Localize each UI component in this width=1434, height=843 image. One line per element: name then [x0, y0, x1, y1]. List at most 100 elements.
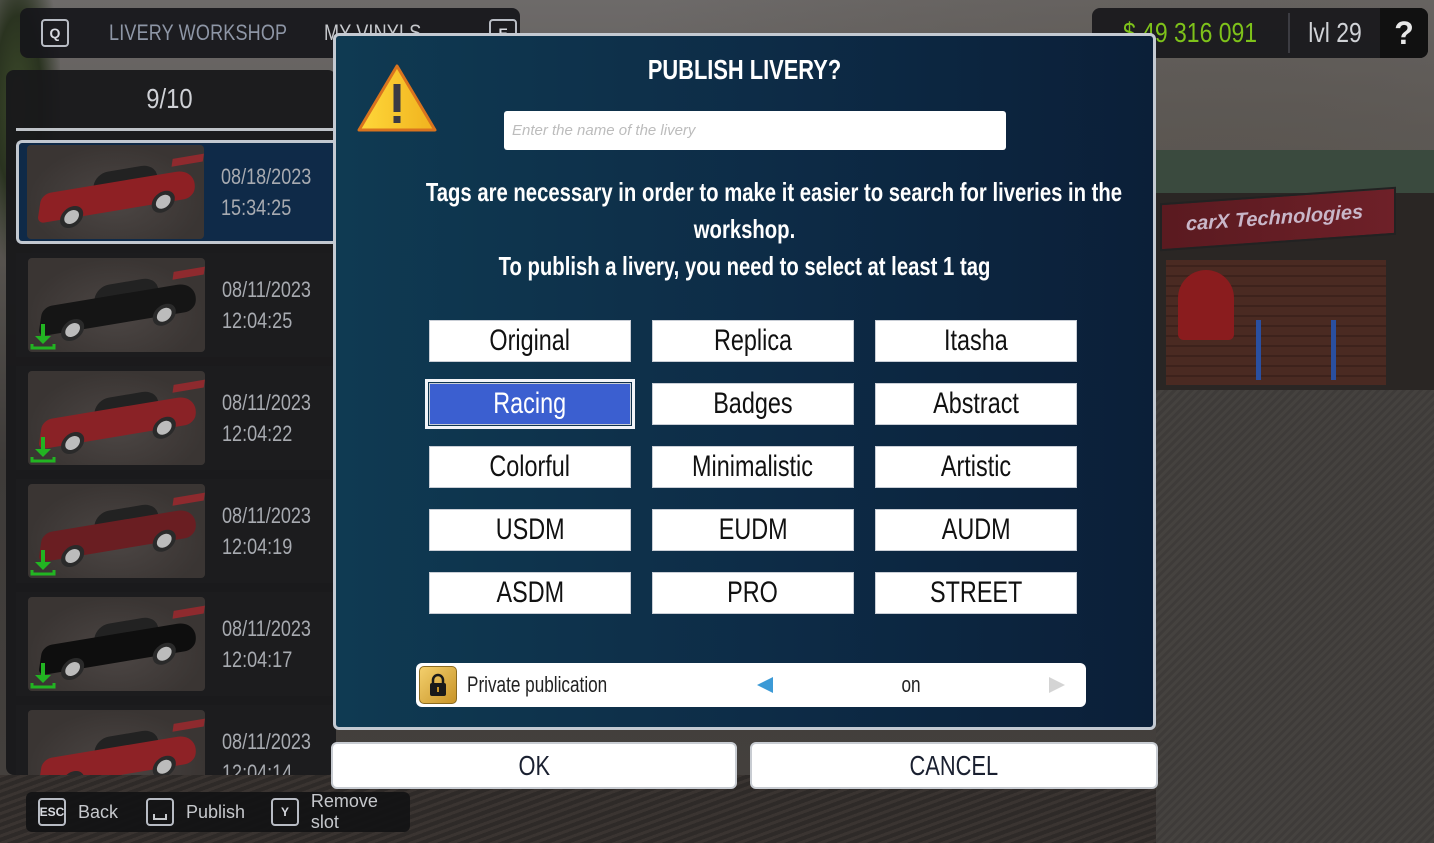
livery-slot[interactable]: 08/18/2023 15:34:25 [16, 140, 336, 244]
slot-datetime: 08/18/2023 15:34:25 [221, 161, 311, 223]
esc-key-icon: ESC [38, 798, 66, 826]
tag-abstract[interactable]: Abstract [875, 383, 1077, 425]
livery-slot[interactable]: 08/11/2023 12:04:17 [16, 592, 336, 696]
tab-livery-workshop[interactable]: LIVERY WORKSHOP [109, 20, 287, 46]
livery-slots-panel: 9/10 08/18/2023 15:34:25 08/11/2023 12:04:2… [6, 70, 336, 775]
tag-colorful[interactable]: Colorful [429, 446, 631, 488]
background-road [1156, 390, 1434, 843]
livery-thumbnail [28, 597, 205, 691]
tag-label: PRO [727, 576, 779, 609]
tag-racing[interactable]: Racing [425, 379, 635, 429]
slot-datetime: 08/11/2023 12:04:22 [222, 387, 311, 449]
arrow-left-icon[interactable] [757, 677, 773, 693]
tag-label: Colorful [489, 450, 571, 483]
tag-grid: Original Replica Itasha Racing Badges Abstrac… [425, 320, 1077, 614]
tag-original[interactable]: Original [429, 320, 631, 362]
y-key-icon: Y [271, 798, 299, 826]
livery-slot[interactable]: 08/11/2023 12:04:19 [16, 479, 336, 583]
ok-label: OK [518, 749, 550, 781]
stats-divider [1288, 13, 1290, 53]
livery-thumbnail [27, 145, 204, 239]
slot-time: 15:34:25 [221, 195, 292, 220]
slot-time: 12:04:22 [222, 421, 293, 446]
garage-hood-part [1178, 270, 1234, 340]
slot-date: 08/11/2023 [222, 729, 311, 754]
tag-minimalistic[interactable]: Minimalistic [652, 446, 854, 488]
tag-label: Racing [493, 387, 567, 420]
download-icon [30, 663, 56, 689]
tag-label: Original [489, 324, 571, 357]
slot-time: 12:04:17 [222, 647, 293, 672]
tag-label: Minimalistic [692, 450, 814, 483]
garage-sign: carX Technologies [1160, 186, 1396, 252]
private-publication-selector: Private publication on [416, 663, 1086, 707]
slots-count: 9/10 [146, 83, 193, 114]
private-publication-label: Private publication [467, 672, 608, 697]
tag-badges[interactable]: Badges [652, 383, 854, 425]
tag-label: Badges [713, 387, 793, 420]
description-line: workshop. [693, 214, 796, 244]
key-hints-bar: ESC Back Publish Y Remove slot [26, 791, 410, 833]
ok-button[interactable]: OK [331, 742, 737, 789]
tag-asdm[interactable]: ASDM [429, 572, 631, 614]
livery-thumbnail [28, 484, 205, 578]
slot-datetime: 08/11/2023 12:04:19 [222, 500, 311, 562]
publish-label: Publish [186, 801, 246, 822]
livery-slot[interactable]: 08/11/2023 12:04:22 [16, 366, 336, 470]
car-image [37, 492, 205, 569]
dialog-title: PUBLISH LIVERY? [647, 54, 842, 85]
garage-rack [1256, 320, 1336, 380]
livery-name-input[interactable] [504, 111, 1006, 150]
livery-slot[interactable]: 08/11/2023 12:04:25 [16, 253, 336, 357]
cancel-button[interactable]: CANCEL [750, 742, 1158, 789]
prev-tab-key[interactable]: Q [41, 19, 69, 47]
slot-date: 08/11/2023 [222, 503, 311, 528]
tag-pro[interactable]: PRO [652, 572, 854, 614]
tag-artistic[interactable]: Artistic [875, 446, 1077, 488]
tag-itasha[interactable]: Itasha [875, 320, 1077, 362]
slots-divider [16, 128, 336, 131]
background-garage: carX Technologies [1156, 150, 1434, 390]
back-hint[interactable]: ESC Back [38, 798, 118, 826]
tag-label: STREET [929, 576, 1023, 609]
tag-street[interactable]: STREET [875, 572, 1077, 614]
tag-label: Itasha [944, 324, 1008, 357]
publish-livery-dialog: PUBLISH LIVERY? Tags are necessary in or… [333, 33, 1156, 730]
back-label: Back [78, 801, 119, 822]
slot-time: 12:04:19 [222, 534, 293, 559]
arrow-right-icon[interactable] [1049, 677, 1065, 693]
livery-thumbnail [28, 258, 205, 352]
tag-label: USDM [495, 513, 565, 546]
tag-eudm[interactable]: EUDM [652, 509, 854, 551]
slot-time: 12:04:14 [222, 760, 293, 775]
help-button[interactable]: ? [1380, 8, 1428, 58]
slot-date: 08/11/2023 [222, 390, 311, 415]
car-image [37, 718, 205, 775]
car-image [37, 266, 205, 343]
livery-thumbnail [28, 710, 205, 775]
space-key-icon [146, 798, 175, 826]
tag-audm[interactable]: AUDM [875, 509, 1077, 551]
slot-time: 12:04:25 [222, 308, 293, 333]
slot-date: 08/11/2023 [222, 277, 311, 302]
tag-label: Artistic [940, 450, 1012, 483]
tag-label: Abstract [933, 387, 1019, 420]
publish-hint[interactable]: Publish [146, 798, 245, 826]
lock-icon [419, 666, 457, 704]
dialog-description: Tags are necessary in order to make it e… [426, 174, 1122, 285]
car-image [37, 379, 205, 456]
car-image [37, 605, 205, 682]
remove-slot-hint[interactable]: Y Remove slot [271, 791, 410, 833]
tag-usdm[interactable]: USDM [429, 509, 631, 551]
livery-slot[interactable]: 08/11/2023 12:04:14 [16, 705, 336, 775]
slot-datetime: 08/11/2023 12:04:17 [222, 613, 311, 675]
slot-date: 08/18/2023 [221, 164, 312, 189]
download-icon [30, 550, 56, 576]
tag-label: AUDM [941, 513, 1011, 546]
slot-datetime: 08/11/2023 12:04:25 [222, 274, 311, 336]
slot-date: 08/11/2023 [222, 616, 311, 641]
tag-replica[interactable]: Replica [652, 320, 854, 362]
slot-datetime: 08/11/2023 12:04:14 [222, 726, 311, 775]
livery-thumbnail [28, 371, 205, 465]
download-icon [30, 437, 56, 463]
